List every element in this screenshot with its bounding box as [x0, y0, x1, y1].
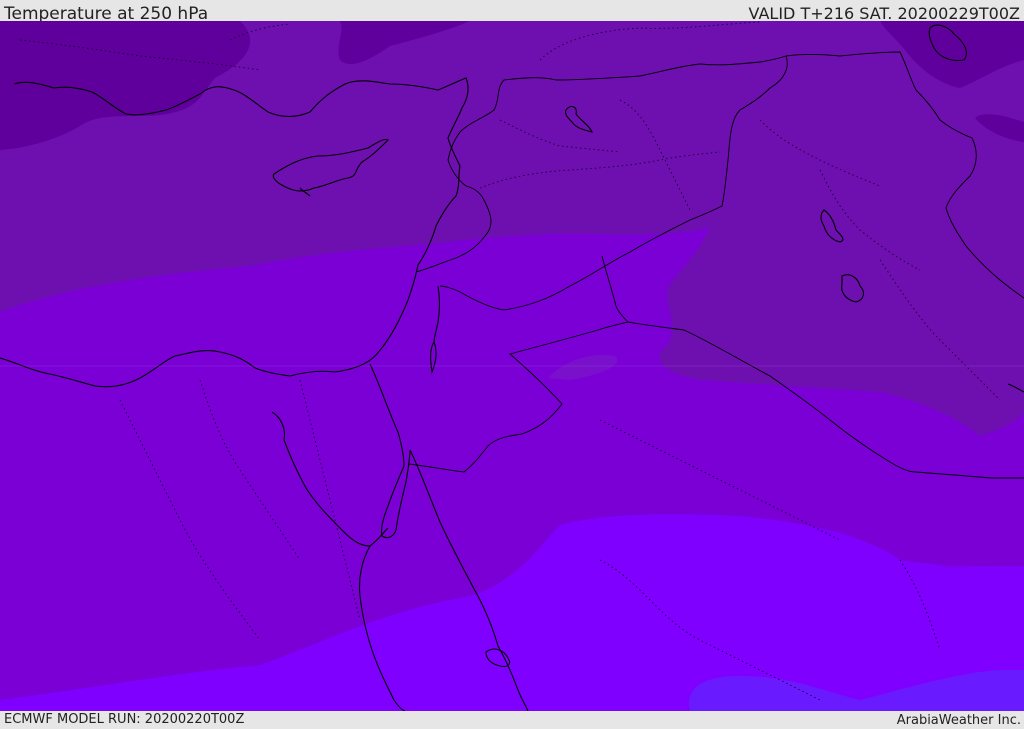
model-run: ECMWF MODEL RUN: 20200220T00Z	[4, 712, 245, 727]
map-canvas	[0, 21, 1024, 711]
temperature-map[interactable]	[0, 21, 1024, 711]
credit-text: ArabiaWeather Inc.	[896, 713, 1021, 728]
footer-bar: ECMWF MODEL RUN: 20200220T00Z ArabiaWeat…	[0, 711, 1024, 729]
header-bar: Temperature at 250 hPa VALID T+216 SAT. …	[0, 0, 1024, 24]
